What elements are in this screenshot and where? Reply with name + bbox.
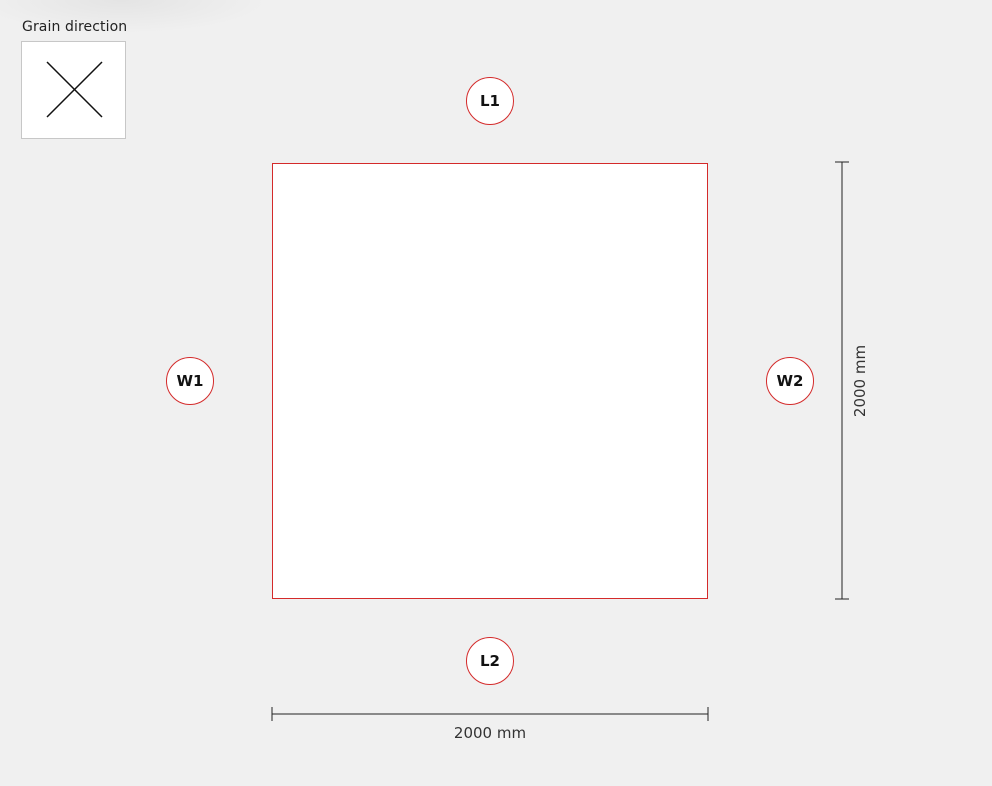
height-dimension-label: 2000 mm xyxy=(851,344,869,418)
edge-badge-w1[interactable]: W1 xyxy=(166,357,214,405)
width-dimension-label: 2000 mm xyxy=(453,724,527,742)
grain-direction-label: Grain direction xyxy=(22,19,128,35)
cross-icon xyxy=(46,61,103,118)
edge-badge-l2[interactable]: L2 xyxy=(466,637,514,685)
grain-direction-selector[interactable] xyxy=(21,41,126,139)
edge-badge-w2[interactable]: W2 xyxy=(766,357,814,405)
panel-preview xyxy=(272,163,708,599)
width-dimension-line xyxy=(271,707,709,721)
edge-badge-l1[interactable]: L1 xyxy=(466,77,514,125)
height-dimension-line xyxy=(835,161,849,600)
